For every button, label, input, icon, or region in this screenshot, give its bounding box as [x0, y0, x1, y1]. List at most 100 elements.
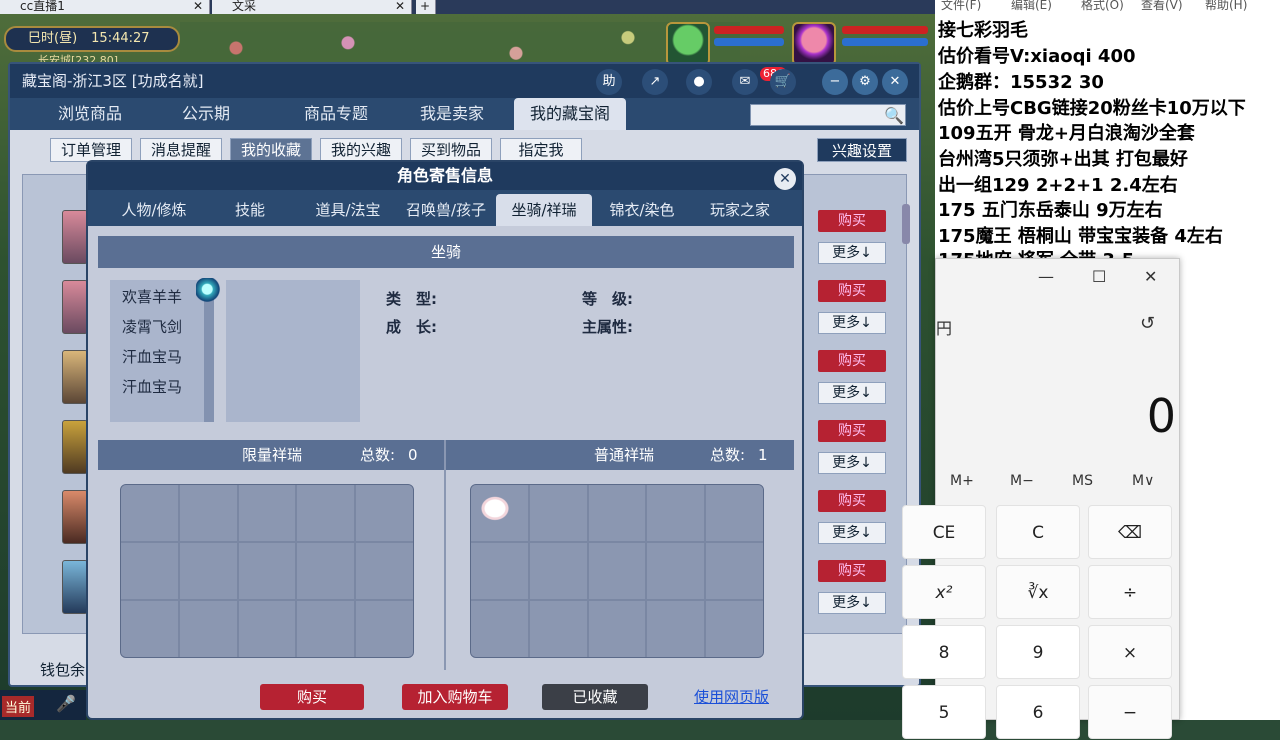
gear-icon[interactable]: ⚙ — [852, 69, 878, 95]
backspace-button[interactable]: ⌫ — [1088, 505, 1172, 559]
current-channel-label[interactable]: 当前 — [2, 696, 35, 717]
more-button[interactable]: 更多↓ — [818, 452, 886, 474]
share-icon[interactable]: ↗ — [642, 69, 668, 95]
pet-avatar[interactable] — [666, 22, 710, 66]
slot[interactable] — [647, 601, 705, 657]
record-icon[interactable]: ● — [686, 69, 712, 95]
slot[interactable] — [471, 601, 528, 657]
slot[interactable] — [179, 601, 237, 657]
slot[interactable] — [238, 601, 296, 657]
buy-button[interactable]: 购买 — [818, 210, 886, 232]
digit-8-button[interactable]: 8 — [902, 625, 986, 679]
interest-settings-button[interactable]: 兴趣设置 — [817, 138, 907, 162]
browser-tab[interactable]: 文采 ✕ — [212, 0, 412, 14]
tab-skills[interactable]: 技能 — [202, 194, 298, 226]
close-icon[interactable]: ✕ — [395, 0, 405, 12]
clear-entry-button[interactable]: CE — [902, 505, 986, 559]
menu-help[interactable]: 帮助(H) — [1205, 0, 1247, 11]
memory-add-button[interactable]: M+ — [950, 473, 974, 489]
more-button[interactable]: 更多↓ — [818, 522, 886, 544]
slot[interactable] — [529, 601, 587, 657]
cart-icon[interactable]: 🛒 — [770, 69, 796, 95]
divide-button[interactable]: ÷ — [1088, 565, 1172, 619]
tab-pets[interactable]: 召唤兽/孩子 — [398, 194, 494, 226]
subtab-bought[interactable]: 买到物品 — [410, 138, 492, 162]
slot[interactable] — [356, 543, 413, 599]
player-avatar[interactable] — [792, 22, 836, 66]
slot[interactable] — [121, 601, 178, 657]
slot[interactable] — [529, 543, 587, 599]
cube-root-button[interactable]: ∛x — [996, 565, 1080, 619]
tab-my-cbg[interactable]: 我的藏宝阁 — [514, 98, 626, 130]
subtab-interests[interactable]: 我的兴趣 — [320, 138, 402, 162]
menu-edit[interactable]: 编辑(E) — [1011, 0, 1052, 11]
slot[interactable] — [179, 543, 237, 599]
clear-button[interactable]: C — [996, 505, 1080, 559]
more-button[interactable]: 更多↓ — [818, 312, 886, 334]
memory-subtract-button[interactable]: M− — [1010, 473, 1034, 489]
slot[interactable] — [706, 485, 763, 541]
minimize-icon[interactable]: − — [822, 69, 848, 95]
role-thumbnail[interactable] — [62, 490, 88, 544]
subtract-button[interactable]: − — [1088, 685, 1172, 739]
slot[interactable] — [706, 543, 763, 599]
more-button[interactable]: 更多↓ — [818, 382, 886, 404]
slot[interactable] — [588, 485, 646, 541]
digit-9-button[interactable]: 9 — [996, 625, 1080, 679]
more-button[interactable]: 更多↓ — [818, 242, 886, 264]
memory-list-button[interactable]: M∨ — [1132, 473, 1154, 489]
menu-file[interactable]: 文件(F) — [941, 0, 981, 11]
tab-browse[interactable]: 浏览商品 — [34, 98, 146, 130]
slot[interactable] — [647, 485, 705, 541]
close-icon[interactable]: ✕ — [882, 69, 908, 95]
slot[interactable] — [297, 543, 355, 599]
tab-public[interactable]: 公示期 — [150, 98, 262, 130]
tab-home[interactable]: 玩家之家 — [692, 194, 788, 226]
list-scrollbar[interactable] — [902, 204, 910, 244]
role-thumbnail[interactable] — [62, 350, 88, 404]
slot[interactable] — [471, 543, 528, 599]
search-icon[interactable]: 🔍 — [884, 106, 904, 125]
microphone-icon[interactable]: 🎤 — [56, 694, 76, 713]
close-icon[interactable]: ✕ — [774, 168, 796, 190]
close-icon[interactable]: ✕ — [193, 0, 203, 12]
new-tab-button[interactable]: + — [416, 0, 436, 14]
web-version-link[interactable]: 使用网页版 — [694, 686, 769, 707]
history-icon[interactable]: ↺ — [1140, 313, 1155, 334]
slot[interactable] — [706, 601, 763, 657]
slot[interactable] — [588, 601, 646, 657]
tab-character[interactable]: 人物/修炼 — [106, 194, 202, 226]
maximize-icon[interactable]: ☐ — [1092, 267, 1106, 286]
mount-item[interactable]: 汗血宝马 — [122, 346, 182, 367]
tab-items[interactable]: 道具/法宝 — [300, 194, 396, 226]
buy-button[interactable]: 购买 — [818, 560, 886, 582]
subtab-assigned[interactable]: 指定我 — [500, 138, 582, 162]
mount-item[interactable]: 汗血宝马 — [122, 376, 182, 397]
role-thumbnail[interactable] — [62, 280, 88, 334]
square-button[interactable]: x² — [902, 565, 986, 619]
buy-button[interactable]: 购买 — [818, 490, 886, 512]
search-input[interactable] — [750, 104, 906, 126]
slot[interactable] — [121, 543, 178, 599]
buy-button[interactable]: 购买 — [818, 280, 886, 302]
slot[interactable] — [356, 485, 413, 541]
message-icon[interactable]: ✉ — [732, 69, 758, 95]
slot[interactable] — [588, 543, 646, 599]
tab-topics[interactable]: 商品专题 — [280, 98, 392, 130]
digit-5-button[interactable]: 5 — [902, 685, 986, 739]
slot[interactable] — [297, 485, 355, 541]
slot[interactable] — [121, 485, 178, 541]
subtab-orders[interactable]: 订单管理 — [50, 138, 132, 162]
browser-tab[interactable]: cc直播1 ✕ — [0, 0, 210, 14]
slot[interactable] — [297, 601, 355, 657]
mount-item[interactable]: 欢喜羊羊 — [122, 286, 182, 307]
more-button[interactable]: 更多↓ — [818, 592, 886, 614]
slot[interactable] — [529, 485, 587, 541]
mount-item[interactable]: 凌霄飞剑 — [122, 316, 182, 337]
role-thumbnail[interactable] — [62, 210, 88, 264]
minimize-icon[interactable]: — — [1038, 267, 1054, 286]
buy-button[interactable]: 购买 — [260, 684, 364, 710]
menu-format[interactable]: 格式(O) — [1081, 0, 1124, 11]
memory-store-button[interactable]: MS — [1072, 473, 1093, 489]
tab-outfits[interactable]: 锦衣/染色 — [594, 194, 690, 226]
